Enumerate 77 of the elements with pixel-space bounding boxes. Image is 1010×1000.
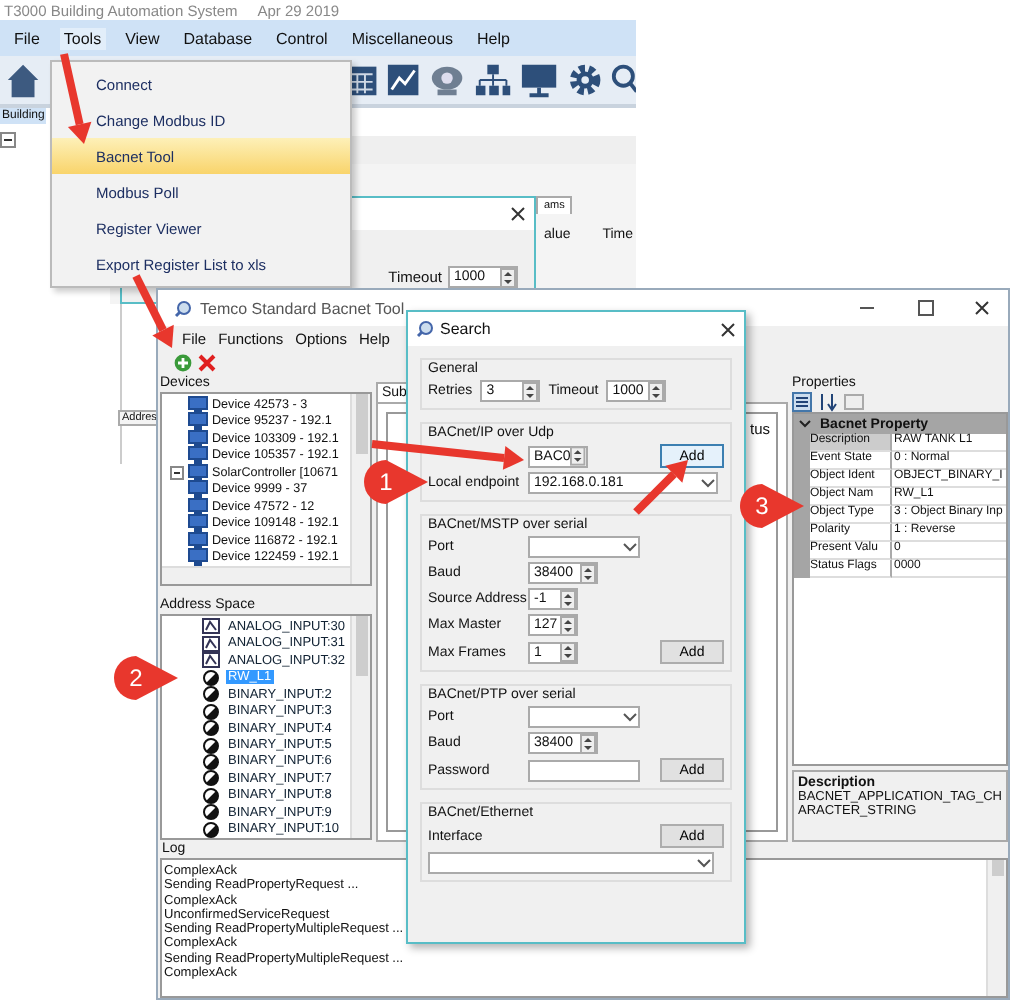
circle-icon: [202, 787, 220, 804]
caret-icon[interactable]: [622, 540, 638, 554]
text-field[interactable]: [528, 759, 640, 781]
computer-icon: [188, 497, 208, 516]
scrollbar[interactable]: [986, 860, 1006, 996]
close-icon[interactable]: [510, 206, 526, 222]
spinner-icon[interactable]: [560, 642, 576, 662]
spinner-icon[interactable]: [560, 589, 576, 609]
menu-item[interactable]: Tools: [59, 27, 106, 49]
computer-icon: [188, 429, 208, 448]
computer-icon: [188, 463, 208, 482]
computer-icon: [188, 548, 208, 567]
collapse-icon[interactable]: [0, 132, 16, 148]
spinner-icon[interactable]: [580, 563, 596, 583]
computer-icon: [188, 446, 208, 465]
arrow-annotation: [132, 274, 174, 348]
spinner-icon[interactable]: [560, 615, 576, 635]
dialog-title: Search: [440, 320, 491, 338]
scrollbar[interactable]: [162, 566, 350, 584]
dropdown-field[interactable]: [428, 852, 714, 874]
callout-badge: 1: [362, 458, 430, 506]
menu-item[interactable]: Database: [179, 27, 257, 49]
chart-icon: [202, 635, 220, 652]
dropdown-field[interactable]: [528, 706, 640, 728]
computer-icon: [188, 412, 208, 431]
caret-icon[interactable]: [798, 418, 812, 430]
circle-icon: [202, 686, 220, 703]
search-icon: [416, 320, 434, 338]
network-icon[interactable]: [474, 62, 513, 98]
menu-item[interactable]: View: [121, 27, 164, 49]
caret-icon[interactable]: [700, 476, 716, 490]
menu-item[interactable]: Control: [272, 27, 332, 49]
spinner-icon[interactable]: [580, 733, 596, 753]
scrollbar[interactable]: [350, 394, 370, 584]
spinner-icon[interactable]: [570, 446, 586, 466]
search-icon[interactable]: [609, 62, 637, 98]
monitor-icon[interactable]: [520, 62, 560, 98]
collapse-icon[interactable]: [170, 465, 184, 480]
window-title: Temco Standard Bacnet Tool: [200, 299, 405, 317]
scrollbar[interactable]: [350, 616, 370, 838]
circle-icon: [202, 737, 220, 754]
sort-icon[interactable]: [818, 392, 838, 412]
menu-item[interactable]: File: [10, 27, 44, 49]
delete-icon[interactable]: [198, 354, 216, 372]
circle-icon: [202, 669, 220, 686]
spinner-icon[interactable]: [500, 267, 516, 287]
arrow-annotation: [633, 460, 688, 515]
computer-icon: [188, 480, 208, 499]
circle-icon: [202, 753, 220, 770]
search-icon: [174, 299, 192, 317]
computer-icon: [188, 514, 208, 533]
chart-icon[interactable]: [386, 62, 421, 98]
circle-icon: [202, 770, 220, 787]
close-icon[interactable]: [720, 321, 736, 337]
categorized-icon[interactable]: [792, 392, 812, 412]
chart-icon: [202, 652, 220, 669]
dropdown-field[interactable]: [528, 536, 640, 558]
add-icon[interactable]: [174, 354, 192, 372]
gear-icon[interactable]: [567, 62, 602, 98]
circle-icon: [202, 720, 220, 737]
circle-icon: [202, 804, 220, 821]
arrow-annotation: [60, 53, 92, 144]
house-icon[interactable]: [4, 60, 43, 100]
circle-icon: [202, 703, 220, 720]
spinner-icon[interactable]: [648, 381, 665, 401]
menu-item[interactable]: Miscellaneous: [347, 27, 458, 49]
computer-icon: [188, 395, 208, 414]
computer-icon: [188, 531, 208, 550]
callout-badge: 2: [112, 654, 180, 702]
eye-icon[interactable]: [428, 62, 467, 98]
spinner-icon[interactable]: [522, 381, 539, 401]
close-icon[interactable]: [974, 300, 992, 316]
callout-badge: 3: [738, 482, 806, 530]
menu-item[interactable]: Help: [473, 27, 514, 49]
maximize-icon[interactable]: [916, 300, 934, 316]
caret-icon[interactable]: [622, 710, 638, 724]
caret-icon[interactable]: [696, 856, 712, 870]
